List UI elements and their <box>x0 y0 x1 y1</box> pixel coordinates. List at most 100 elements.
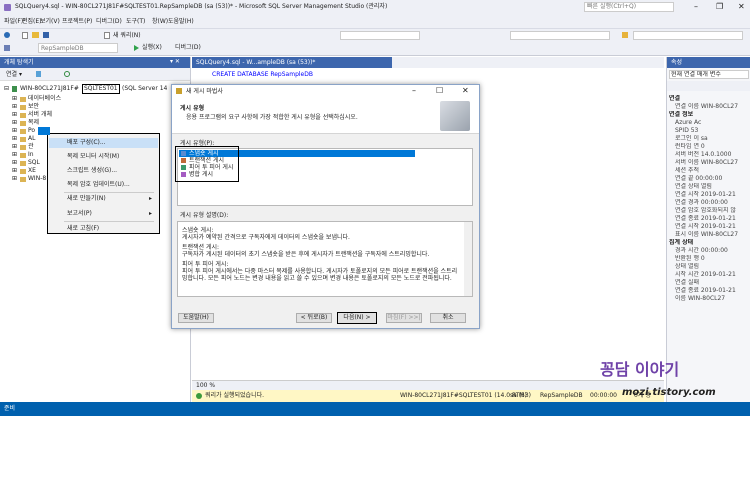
wizard-maximize-button[interactable]: ☐ <box>436 87 443 95</box>
property-row[interactable]: 연결 종료 2019-01-21 <box>669 287 749 295</box>
menu-item[interactable]: 편집(E) <box>22 19 42 25</box>
context-menu-item[interactable]: 새로 고침(F) <box>49 224 158 234</box>
expand-icon[interactable]: ⊞ <box>12 176 17 182</box>
property-row[interactable]: 연결 종료 2019-01-21 <box>669 215 749 223</box>
menu-item[interactable]: 도구(T) <box>126 19 145 25</box>
property-row[interactable]: 연결 시작 2019-01-21 <box>669 191 749 199</box>
property-row[interactable]: 표시 이름 WIN-80CL27 <box>669 231 749 239</box>
property-row[interactable]: 서버 버전 14.0.1000 <box>669 151 749 159</box>
menu-item[interactable]: 프로젝트(P) <box>62 19 92 25</box>
context-menu-item[interactable]: 보고서(P) ▸ <box>49 209 158 219</box>
property-row[interactable]: 연결 경과 00:00:00 <box>669 199 749 207</box>
property-row[interactable]: 연결 끝 00:00:00 <box>669 175 749 183</box>
quick-launch-input[interactable]: 빠른 실행(Ctrl+Q) <box>584 2 674 12</box>
tree-item[interactable]: ⊞ 복제 <box>12 119 182 127</box>
database-selector[interactable]: RepSampleDB <box>38 43 118 53</box>
properties-section: 연결 정보 <box>669 111 694 118</box>
menu-item[interactable]: 창(W) <box>152 19 168 25</box>
property-row[interactable]: 연결 이름 WIN-80CL27 <box>669 103 749 111</box>
connect-button[interactable]: 연결 ▾ <box>6 72 22 78</box>
refresh-icon[interactable] <box>64 71 70 77</box>
expand-icon[interactable]: ⊞ <box>12 128 17 134</box>
description-scrollbar[interactable] <box>464 222 472 296</box>
zoom-level[interactable]: 100 % <box>196 383 215 389</box>
property-row[interactable]: 세션 추적 <box>669 167 749 175</box>
expand-icon[interactable]: ⊞ <box>12 104 17 110</box>
folder-icon <box>20 137 26 142</box>
property-row[interactable]: 상태 열림 <box>669 263 749 271</box>
expand-icon[interactable]: ⊞ <box>12 120 17 126</box>
properties-selector[interactable]: 현재 연결 매개 변수 <box>669 70 749 79</box>
property-row[interactable]: SPID 53 <box>669 127 749 135</box>
save-icon[interactable] <box>43 32 49 38</box>
property-row[interactable]: 서버 이름 WIN-80CL27 <box>669 159 749 167</box>
property-row[interactable]: 연결 암호 암호화되지 않 <box>669 207 749 215</box>
context-menu-item[interactable]: 복제 모니터 시작(M) <box>49 152 158 162</box>
help-button[interactable]: 도움말(H) <box>178 313 214 323</box>
pin-icon[interactable]: ▾ ✕ <box>170 59 180 65</box>
property-row[interactable]: 연결 상태 열림 <box>669 183 749 191</box>
property-row[interactable]: 시작 시간 2019-01-21 <box>669 271 749 279</box>
toolbar-combo[interactable] <box>340 31 420 40</box>
debug-button[interactable]: 디버그(D) <box>175 45 201 51</box>
new-publication-wizard: 새 게시 마법사 – ☐ ✕ 게시 유형 응용 프로그램의 요구 사항에 가장 … <box>171 84 480 329</box>
execute-icon[interactable] <box>134 45 139 51</box>
editor-tab-title: SQLQuery4.sql - W...ampleDB (sa (53))* <box>196 59 316 66</box>
property-row[interactable]: 경과 시간 00:00:00 <box>669 247 749 255</box>
property-row[interactable]: 이름 WIN-80CL27 <box>669 295 749 303</box>
folder-icon <box>20 145 26 150</box>
context-menu-item[interactable]: 스크립트 생성(G)... <box>49 166 158 176</box>
expand-icon[interactable]: ⊞ <box>12 96 17 102</box>
tree-item[interactable]: ⊞ 서버 개체 <box>12 111 182 119</box>
collapse-icon[interactable]: ⊟ <box>4 86 9 92</box>
sql-code-line[interactable]: CREATE DATABASE RepSampleDB <box>212 72 313 78</box>
context-menu-item[interactable]: 복제 암호 업데이트(U)... <box>49 180 158 190</box>
editor-tab[interactable]: SQLQuery4.sql - W...ampleDB (sa (53))* <box>192 57 392 68</box>
tree-item[interactable]: ⊞ 보안 <box>12 103 182 111</box>
next-button[interactable]: 다음(N) > <box>337 312 377 324</box>
tree-item-label: WIN-8 <box>28 175 47 182</box>
property-row[interactable]: 로그인 이 sa <box>669 135 749 143</box>
context-menu-item[interactable]: 새로 만들기(N) ▸ <box>49 194 158 204</box>
expand-icon[interactable]: ⊞ <box>12 144 17 150</box>
new-query-button[interactable]: 새 쿼리(N) <box>113 33 141 39</box>
menu-item[interactable]: 디버그(D) <box>96 19 122 25</box>
property-row[interactable]: 연결 시작 2019-01-21 <box>669 223 749 231</box>
property-row[interactable]: 런타임 연 0 <box>669 143 749 151</box>
back-icon[interactable] <box>4 32 10 38</box>
replication-node-highlight[interactable] <box>38 127 50 135</box>
expand-icon[interactable]: ⊞ <box>12 112 17 118</box>
object-explorer-icon[interactable] <box>4 45 10 51</box>
filter-icon[interactable] <box>36 71 41 77</box>
expand-icon[interactable]: ⊞ <box>12 160 17 166</box>
server-name: SQLTEST01 <box>82 84 120 94</box>
minimize-button[interactable]: – <box>694 3 698 11</box>
wizard-minimize-button[interactable]: – <box>412 87 416 95</box>
context-menu-item[interactable]: 배포 구성(C)... <box>49 138 158 148</box>
menu-item[interactable]: 파일(F) <box>4 19 23 25</box>
property-row[interactable]: 반환된 행 0 <box>669 255 749 263</box>
open-icon[interactable] <box>32 32 39 38</box>
close-button[interactable]: ✕ <box>738 3 745 11</box>
expand-icon[interactable]: ⊞ <box>12 168 17 174</box>
back-button[interactable]: < 뒤로(B) <box>296 313 332 323</box>
property-row[interactable]: Azure Ac <box>669 119 749 127</box>
execute-button[interactable]: 실행(X) <box>142 45 162 51</box>
expand-icon[interactable]: ⊞ <box>12 136 17 142</box>
finish-button[interactable]: 마침(F) >>| <box>386 313 422 323</box>
restore-button[interactable]: ❐ <box>716 3 723 11</box>
toolbar-combo-2[interactable] <box>510 31 610 40</box>
cancel-button[interactable]: 취소 <box>430 313 466 323</box>
wizard-close-button[interactable]: ✕ <box>462 87 469 95</box>
toolbar-combo-3[interactable] <box>633 31 743 40</box>
menu-item[interactable]: 도움말(H) <box>168 19 194 25</box>
expand-icon[interactable]: ⊞ <box>12 152 17 158</box>
new-file-icon[interactable] <box>22 32 28 39</box>
menu-item[interactable]: 보기(V) <box>40 19 60 25</box>
context-menu: 배포 구성(C)... 복제 모니터 시작(M) 스크립트 생성(G)... 복제 암… <box>47 133 160 234</box>
tree-server-node[interactable]: ⊟ WIN-80CL271J81F# SQLTEST01 (SQL Server… <box>4 84 190 94</box>
property-row[interactable]: 연결 실패 <box>669 279 749 287</box>
search-icon[interactable] <box>622 32 628 38</box>
tree-item[interactable]: ⊞ 데이터베이스 <box>12 95 182 103</box>
new-query-icon[interactable] <box>104 32 110 39</box>
